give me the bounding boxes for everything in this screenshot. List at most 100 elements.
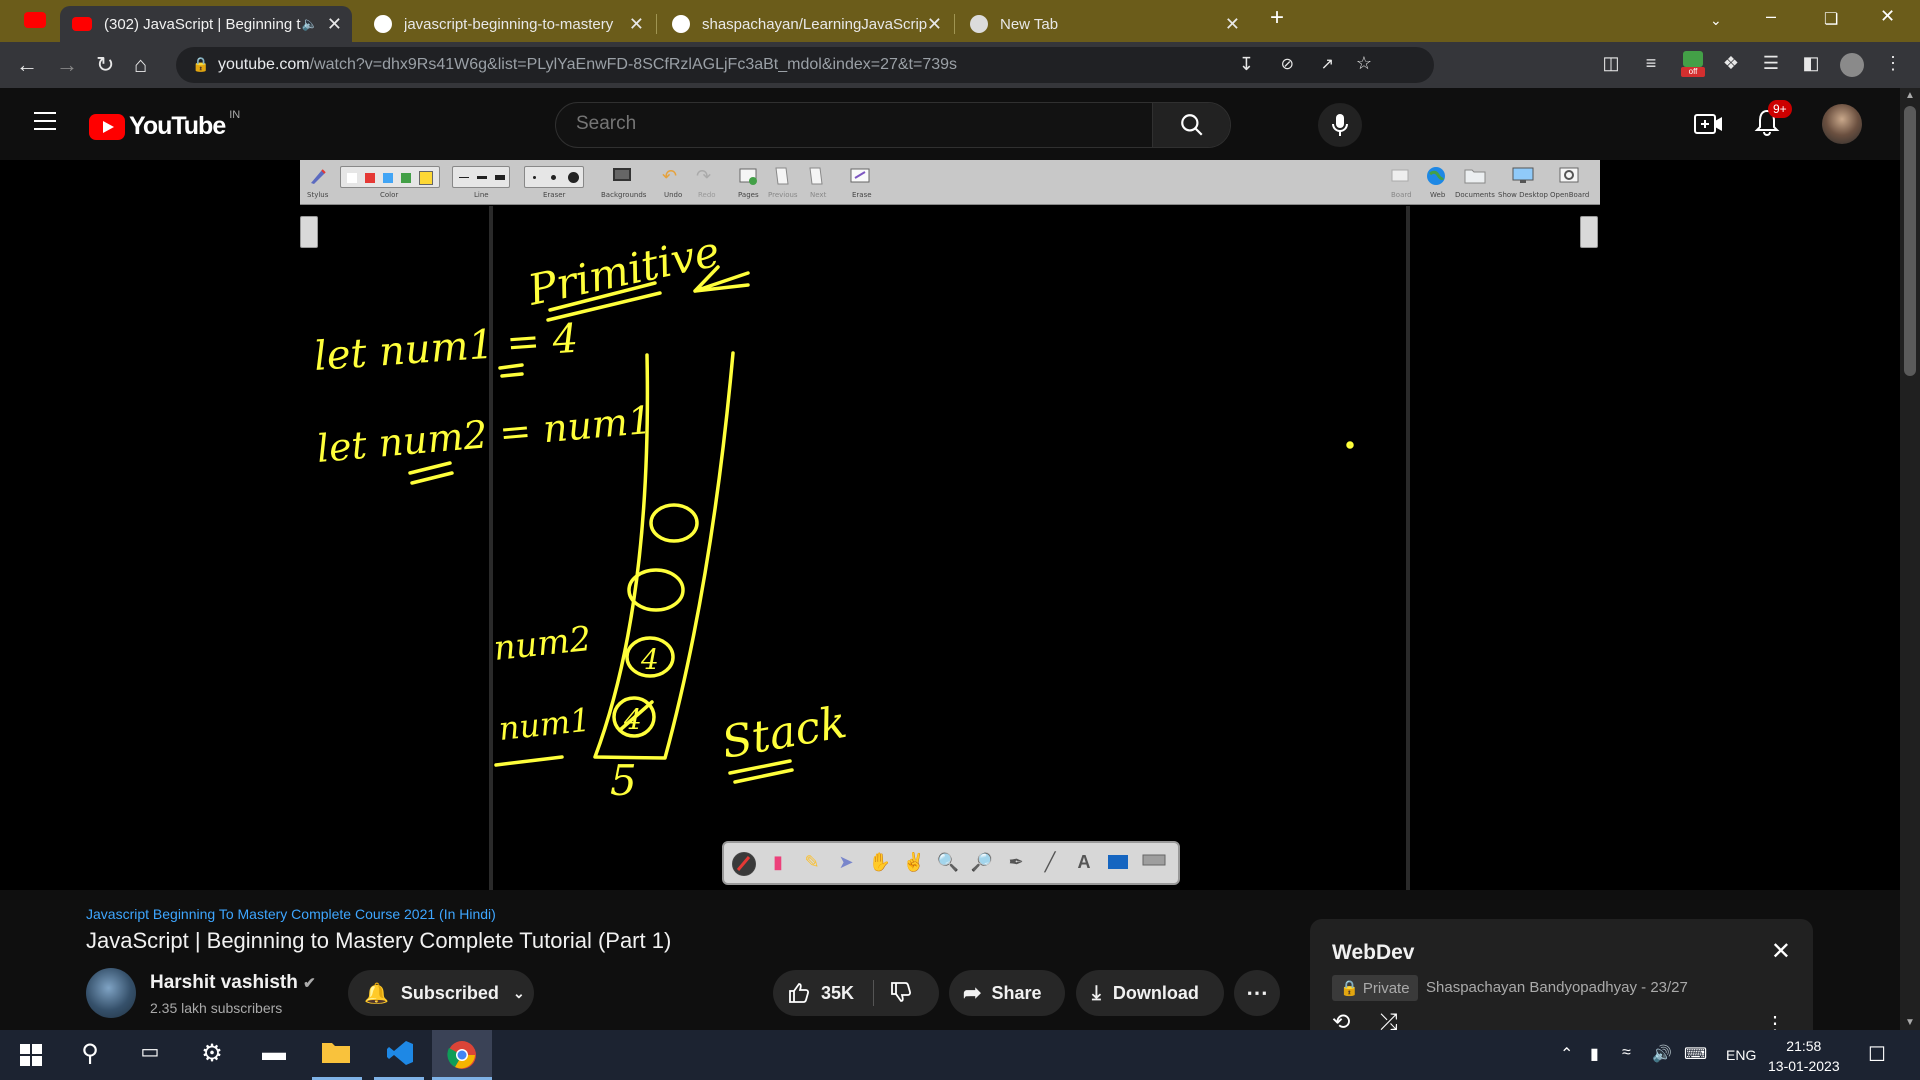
close-window-icon[interactable]: ✕ xyxy=(1880,6,1895,27)
back-icon[interactable]: ← xyxy=(16,52,38,78)
battery-icon[interactable]: ▮ xyxy=(1590,1044,1599,1064)
playlist-title[interactable]: WebDev xyxy=(1332,941,1414,965)
search-button[interactable] xyxy=(1152,103,1230,147)
pen-tool-icon xyxy=(732,852,756,876)
create-video-icon[interactable] xyxy=(1694,112,1724,136)
search-box[interactable] xyxy=(555,102,1231,148)
highlighter-tool-icon: ✎ xyxy=(804,852,820,872)
touch-keyboard-icon[interactable]: ⌨ xyxy=(1684,1044,1707,1064)
bookmark-star-icon[interactable]: ☆ xyxy=(1356,53,1372,74)
channel-name[interactable]: Harshit vashisth ✔ xyxy=(150,972,316,994)
extension-off-icon[interactable]: off xyxy=(1681,51,1705,77)
subscriber-count: 2.35 lakh subscribers xyxy=(150,1000,283,1016)
voice-search-button[interactable] xyxy=(1318,103,1362,147)
browser-tab-strip: (302) JavaScript | Beginning t 🔈 ✕ javas… xyxy=(0,0,1920,42)
pointer-tool-icon: ✒ xyxy=(1008,852,1024,872)
install-app-icon[interactable]: ↧ xyxy=(1239,54,1254,75)
forward-icon[interactable]: → xyxy=(56,52,78,78)
share-button[interactable]: ➦ Share xyxy=(949,970,1065,1016)
eraser-size-group xyxy=(524,166,584,188)
vscode-icon[interactable] xyxy=(384,1039,416,1071)
stack-app-icon[interactable]: ▬ xyxy=(258,1039,290,1071)
tab-github-learning[interactable]: shaspachayan/LearningJavaScrip ✕ xyxy=(660,6,952,42)
hide-icon[interactable]: ⊘ xyxy=(1281,54,1294,74)
profile-avatar[interactable] xyxy=(1840,53,1864,77)
subscribed-button[interactable]: 🔔 Subscribed ⌄ xyxy=(348,970,534,1016)
close-tab-icon[interactable]: ✕ xyxy=(327,14,342,35)
wifi-icon[interactable]: ≈ xyxy=(1622,1044,1631,1062)
stack-slot-empty xyxy=(649,503,699,543)
restore-icon[interactable]: ❏ xyxy=(1824,9,1838,29)
youtube-logo[interactable]: YouTube IN xyxy=(89,109,240,141)
chrome-taskbar-button[interactable] xyxy=(432,1030,492,1080)
new-value-five: 5 xyxy=(610,756,637,805)
close-tab-icon[interactable]: ✕ xyxy=(927,14,942,35)
file-explorer-icon[interactable] xyxy=(320,1039,352,1071)
url-text[interactable]: youtube.com/watch?v=dhx9Rs41W6g&list=PLy… xyxy=(218,56,957,74)
bell-icon: 🔔 xyxy=(364,982,389,1005)
address-bar[interactable]: 🔒 youtube.com/watch?v=dhx9Rs41W6g&list=P… xyxy=(176,47,1434,83)
close-tab-icon[interactable]: ✕ xyxy=(1225,14,1240,35)
privacy-badge: 🔒 Private xyxy=(1332,975,1418,1001)
sidebar-list-icon[interactable]: ≡ xyxy=(1640,53,1662,75)
interact-hand-icon: ✋ xyxy=(868,852,892,872)
channel-avatar[interactable] xyxy=(86,968,136,1018)
notification-center-icon[interactable]: ☐ xyxy=(1868,1042,1886,1067)
notifications-button[interactable]: 9+ xyxy=(1754,100,1792,141)
windows-start-icon[interactable] xyxy=(20,1044,42,1066)
home-icon[interactable]: ⌂ xyxy=(134,52,147,78)
lock-icon: 🔒 xyxy=(1340,980,1359,997)
like-button[interactable]: 35K xyxy=(787,981,854,1005)
openboard-toolbar: Stylus Color Line Eraser Backgrounds ↶ U… xyxy=(300,160,1600,205)
dislike-button[interactable] xyxy=(889,980,913,1009)
openboard-tool-palette: ▮ ✎ ➤ ✋ ✌ 🔍 🔎 ✒ ╱ A xyxy=(722,841,1180,885)
notification-count-badge: 9+ xyxy=(1768,100,1792,118)
side-panel-icon[interactable]: ◧ xyxy=(1800,53,1822,75)
share-icon[interactable]: ↗ xyxy=(1321,54,1334,74)
more-actions-icon[interactable]: ⋯ xyxy=(1234,970,1280,1016)
chrome-menu-icon[interactable]: ⋮ xyxy=(1882,53,1904,75)
color-swatch xyxy=(401,173,411,183)
video-title: JavaScript | Beginning to Mastery Comple… xyxy=(86,928,672,953)
playlist-meta: Shaspachayan Bandyopadhyay - 23/27 xyxy=(1426,979,1688,996)
thumbs-up-icon xyxy=(789,983,810,1003)
tab-new-tab[interactable]: New Tab ✕ xyxy=(958,6,1250,42)
tray-overflow-chevron-icon[interactable]: ⌃ xyxy=(1560,1044,1573,1064)
search-input[interactable] xyxy=(576,113,1076,135)
youtube-play-logo-icon xyxy=(89,113,125,140)
lock-icon[interactable]: 🔒 xyxy=(192,56,209,73)
taskbar-clock[interactable]: 21:58 13-01-2023 xyxy=(1768,1036,1840,1076)
line-tool-icon: ╱ xyxy=(1044,852,1056,872)
media-controls-icon[interactable]: ☰ xyxy=(1760,53,1782,75)
page-scrollbar[interactable]: ▲ ▼ xyxy=(1900,88,1920,1030)
playlist-hashtag-link[interactable]: Javascript Beginning To Mastery Complete… xyxy=(86,906,496,922)
minimize-icon[interactable]: – xyxy=(1766,6,1776,27)
close-panel-icon[interactable]: ✕ xyxy=(1771,937,1791,966)
download-icon: ⤓ xyxy=(1092,981,1101,1004)
account-avatar[interactable] xyxy=(1822,104,1862,144)
task-view-icon[interactable]: ▭ xyxy=(134,1039,166,1071)
reading-mode-icon[interactable]: ◫ xyxy=(1600,53,1622,75)
backgrounds-icon xyxy=(612,166,632,186)
previous-page-icon xyxy=(772,166,792,186)
scrollbar-thumb[interactable] xyxy=(1904,106,1916,376)
settings-gear-icon[interactable]: ⚙ xyxy=(196,1039,228,1071)
search-icon[interactable]: ⚲ xyxy=(74,1039,106,1071)
language-indicator[interactable]: ENG xyxy=(1726,1047,1756,1063)
tab-search-chevron-icon[interactable]: ⌄ xyxy=(1710,12,1722,29)
search-icon xyxy=(1181,114,1203,136)
tab-github-repo[interactable]: javascript-beginning-to-mastery ✕ xyxy=(362,6,654,42)
playlist-panel: WebDev 🔒 Private Shaspachayan Bandyopadh… xyxy=(1310,919,1813,1035)
hamburger-menu-icon[interactable] xyxy=(34,112,56,130)
volume-icon[interactable]: 🔊 xyxy=(1652,1044,1672,1064)
tab-youtube[interactable]: (302) JavaScript | Beginning t 🔈 ✕ xyxy=(60,6,352,42)
scroll-up-icon[interactable]: ▲ xyxy=(1905,90,1915,101)
new-tab-icon[interactable]: + xyxy=(1270,4,1284,32)
scroll-down-icon[interactable]: ▼ xyxy=(1905,1017,1915,1028)
extensions-puzzle-icon[interactable]: ❖ xyxy=(1720,53,1742,75)
mute-icon[interactable]: 🔈 xyxy=(302,16,318,32)
download-button[interactable]: ⤓ Download xyxy=(1076,970,1224,1016)
close-tab-icon[interactable]: ✕ xyxy=(629,14,644,35)
reload-icon[interactable]: ↻ xyxy=(96,52,114,78)
youtube-favicon-icon[interactable] xyxy=(24,12,46,28)
